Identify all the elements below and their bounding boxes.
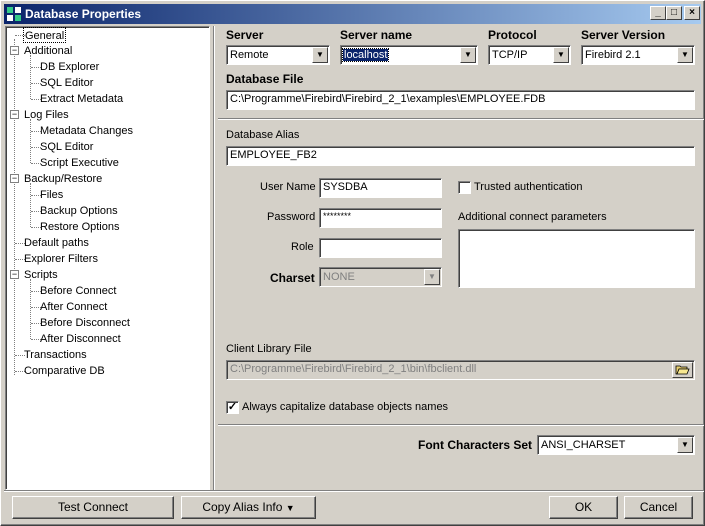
splitter[interactable] xyxy=(213,26,215,490)
server-name-combo[interactable]: localhost ▼ xyxy=(340,45,478,65)
tree-item-additional[interactable]: Additional xyxy=(24,43,72,59)
tree-item-explorer-filters[interactable]: Explorer Filters xyxy=(24,251,98,267)
tree-item-files[interactable]: Files xyxy=(40,187,63,203)
dropdown-arrow-icon: ▼ xyxy=(424,269,440,285)
password-input[interactable]: ******** xyxy=(319,208,442,228)
dropdown-arrow-icon[interactable]: ▼ xyxy=(460,47,476,63)
protocol-select[interactable]: TCP/IP ▼ xyxy=(488,45,571,65)
server-version-value: Firebird 2.1 xyxy=(585,49,641,61)
password-label: Password xyxy=(267,211,316,223)
copy-alias-info-label: Copy Alias Info xyxy=(202,500,283,514)
protocol-value: TCP/IP xyxy=(492,49,528,61)
trusted-auth-checkbox[interactable] xyxy=(458,181,471,194)
additional-params-label: Additional connect parameters xyxy=(458,211,607,223)
options-tree[interactable]: General − Additional DB Explorer SQL Edi… xyxy=(5,26,210,490)
server-label: Server xyxy=(226,28,264,42)
collapse-icon[interactable]: − xyxy=(10,46,19,55)
tree-item-db-explorer[interactable]: DB Explorer xyxy=(40,59,99,75)
copy-alias-info-button[interactable]: Copy Alias Info ▼ xyxy=(181,496,316,519)
server-value: Remote xyxy=(230,49,269,61)
test-connect-button[interactable]: Test Connect xyxy=(12,496,174,519)
collapse-icon[interactable]: − xyxy=(10,174,19,183)
tree-item-before-disconnect[interactable]: Before Disconnect xyxy=(40,315,130,331)
tree-item-before-connect[interactable]: Before Connect xyxy=(40,283,116,299)
font-charset-value: ANSI_CHARSET xyxy=(541,439,626,451)
tree-line xyxy=(14,39,15,375)
additional-params-textarea[interactable] xyxy=(458,229,695,288)
trusted-auth-label[interactable]: Trusted authentication xyxy=(474,181,582,193)
tree-line xyxy=(30,55,31,99)
database-file-label: Database File xyxy=(226,72,304,86)
tree-item-log-sql-editor[interactable]: SQL Editor xyxy=(40,139,93,155)
dropdown-arrow-icon: ▼ xyxy=(285,503,295,513)
tree-item-extract-metadata[interactable]: Extract Metadata xyxy=(40,91,123,107)
window-title: Database Properties xyxy=(25,7,142,21)
close-button[interactable]: × xyxy=(684,6,700,20)
server-select[interactable]: Remote ▼ xyxy=(226,45,330,65)
dropdown-arrow-icon[interactable]: ▼ xyxy=(553,47,569,63)
client-library-label: Client Library File xyxy=(226,343,312,355)
tree-item-transactions[interactable]: Transactions xyxy=(24,347,87,363)
dropdown-arrow-icon[interactable]: ▼ xyxy=(312,47,328,63)
ok-button[interactable]: OK xyxy=(549,496,618,519)
database-properties-window: Database Properties _ □ × General − Addi… xyxy=(0,0,705,526)
collapse-icon[interactable]: − xyxy=(10,110,19,119)
server-name-label: Server name xyxy=(340,28,413,42)
client-library-input: C:\Programme\Firebird\Firebird_2_1\bin\f… xyxy=(226,360,695,380)
user-name-input[interactable]: SYSDBA xyxy=(319,178,442,198)
tree-item-restore-options[interactable]: Restore Options xyxy=(40,219,119,235)
tree-item-script-executive[interactable]: Script Executive xyxy=(40,155,119,171)
charset-select: NONE ▼ xyxy=(319,267,442,287)
title-bar: Database Properties _ □ × xyxy=(4,4,701,24)
charset-label: Charset xyxy=(270,271,315,285)
font-charset-select[interactable]: ANSI_CHARSET ▼ xyxy=(537,435,695,455)
client-library-value: C:\Programme\Firebird\Firebird_2_1\bin\f… xyxy=(230,363,477,375)
capitalize-checkbox[interactable]: ✓ xyxy=(226,401,239,414)
tree-item-backup-options[interactable]: Backup Options xyxy=(40,203,118,219)
collapse-icon[interactable]: − xyxy=(10,270,19,279)
database-alias-input[interactable]: EMPLOYEE_FB2 xyxy=(226,146,695,166)
minimize-button[interactable]: _ xyxy=(650,6,666,20)
charset-value: NONE xyxy=(323,271,355,283)
server-version-label: Server Version xyxy=(581,28,666,42)
tree-item-after-connect[interactable]: After Connect xyxy=(40,299,107,315)
tree-item-sql-editor[interactable]: SQL Editor xyxy=(40,75,93,91)
tree-line xyxy=(30,279,31,339)
cancel-button[interactable]: Cancel xyxy=(624,496,693,519)
tree-line xyxy=(30,119,31,163)
tree-item-after-disconnect[interactable]: After Disconnect xyxy=(40,331,121,347)
role-input[interactable] xyxy=(319,238,442,258)
tree-item-default-paths[interactable]: Default paths xyxy=(24,235,89,251)
app-icon xyxy=(6,6,22,22)
tree-item-comparative-db[interactable]: Comparative DB xyxy=(24,363,105,379)
server-version-select[interactable]: Firebird 2.1 ▼ xyxy=(581,45,695,65)
user-name-label: User Name xyxy=(260,181,316,193)
dropdown-arrow-icon[interactable]: ▼ xyxy=(677,437,693,453)
font-charset-label: Font Characters Set xyxy=(418,438,533,452)
divider xyxy=(218,424,704,426)
tree-line xyxy=(30,183,31,227)
divider xyxy=(4,490,704,492)
tree-item-general[interactable]: General xyxy=(23,27,67,43)
tree-item-backup-restore[interactable]: Backup/Restore xyxy=(24,171,102,187)
divider xyxy=(218,118,704,120)
server-name-value[interactable]: localhost xyxy=(341,48,390,62)
tree-item-metadata-changes[interactable]: Metadata Changes xyxy=(40,123,133,139)
database-file-input[interactable]: C:\Programme\Firebird\Firebird_2_1\examp… xyxy=(226,90,695,110)
role-label: Role xyxy=(291,241,314,253)
maximize-button[interactable]: □ xyxy=(666,6,682,20)
folder-open-icon[interactable] xyxy=(672,362,693,378)
protocol-label: Protocol xyxy=(488,28,537,42)
capitalize-label[interactable]: Always capitalize database objects names xyxy=(242,401,448,413)
database-alias-label: Database Alias xyxy=(226,129,300,141)
dropdown-arrow-icon[interactable]: ▼ xyxy=(677,47,693,63)
